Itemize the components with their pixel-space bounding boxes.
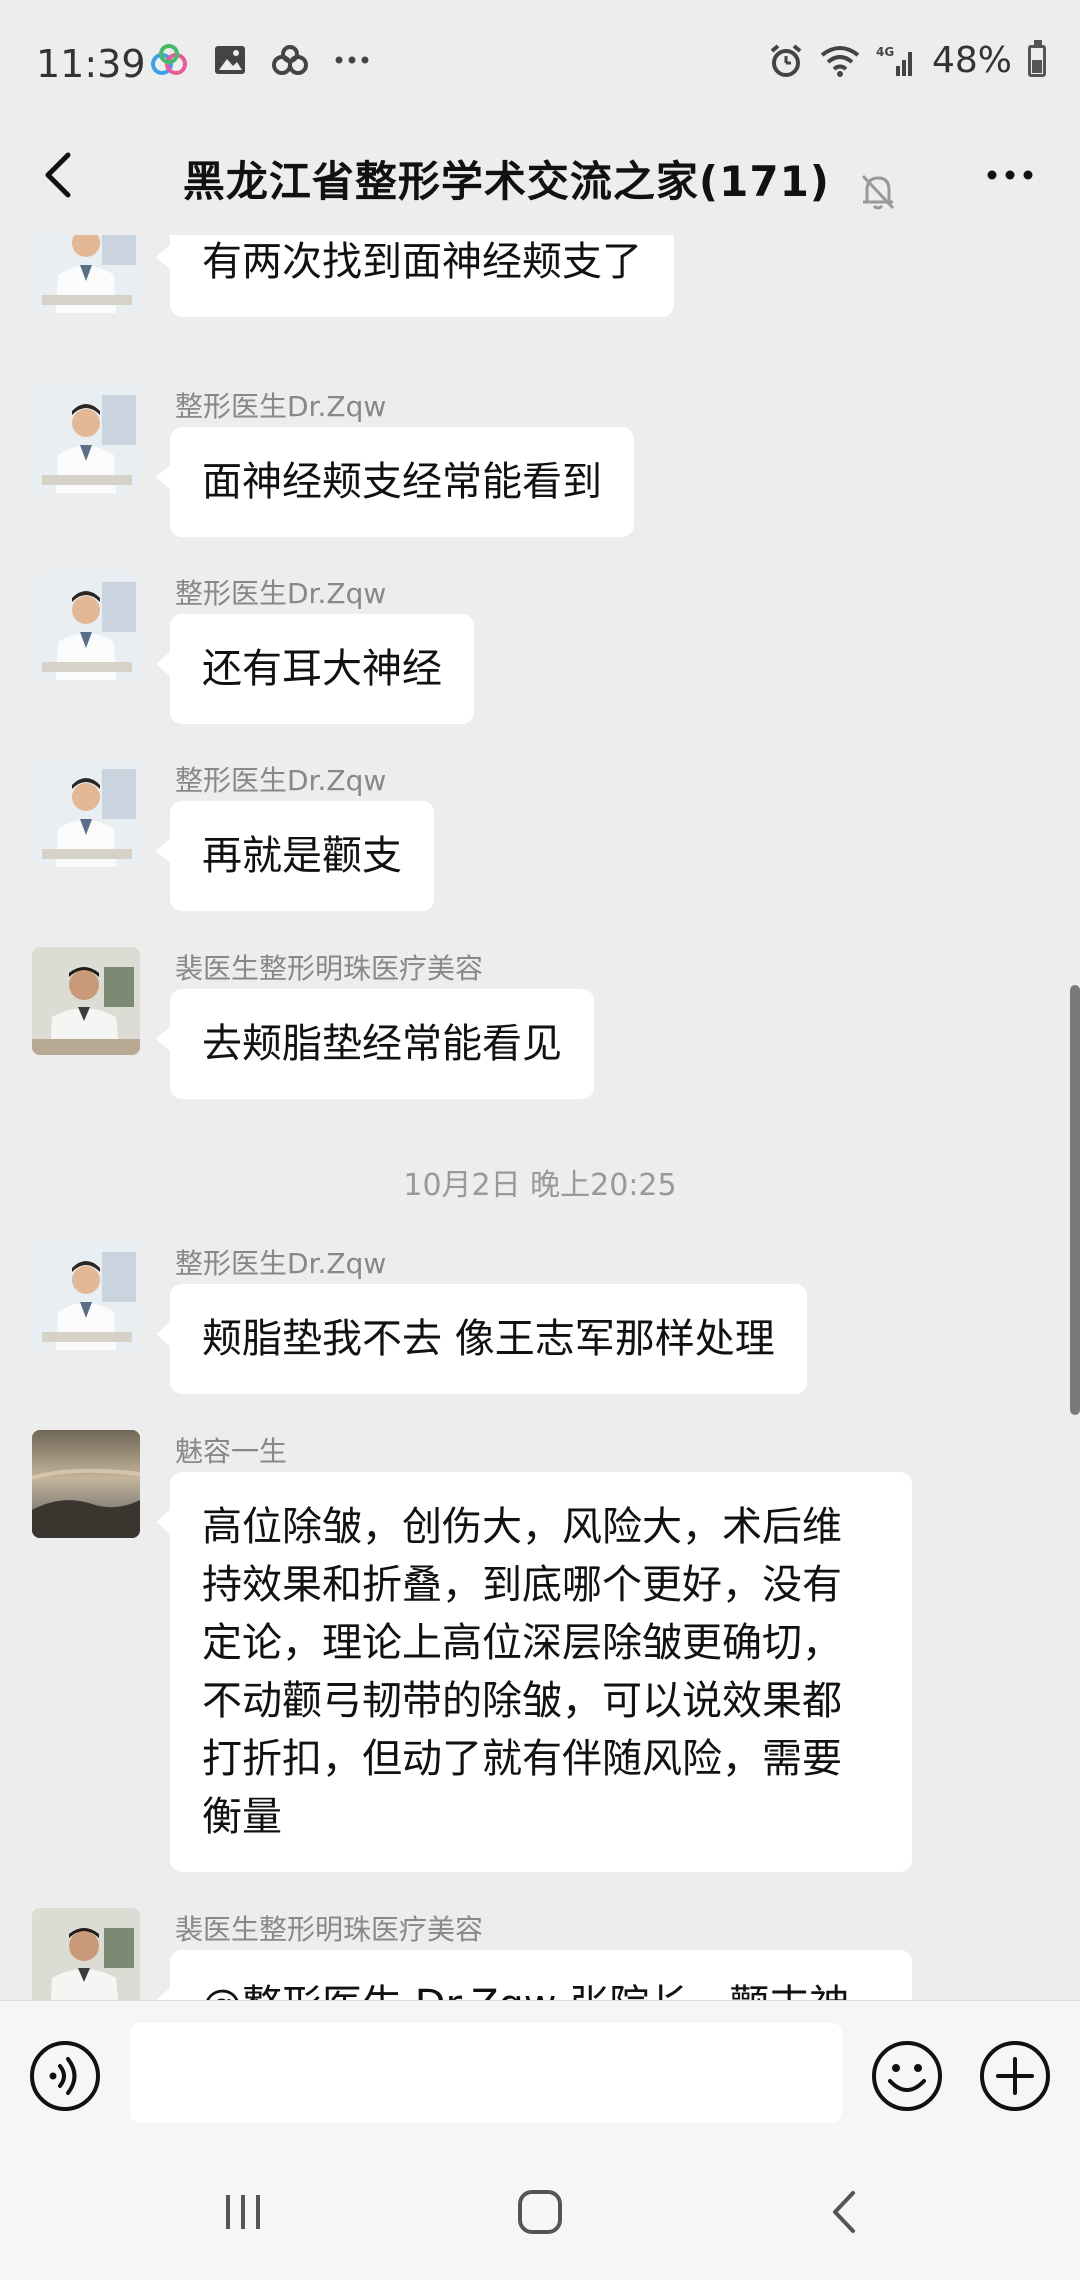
avatar[interactable] — [32, 1430, 140, 1538]
nav-back-icon[interactable] — [820, 2187, 870, 2237]
sender-name: 裴医生整形明珠医疗美容 — [175, 952, 484, 985]
system-nav-bar — [0, 2145, 1080, 2280]
system-indicators: 4G 48% — [768, 39, 1046, 81]
doctor-avatar-image — [32, 235, 140, 313]
avatar[interactable] — [32, 947, 140, 1055]
message-text: @整形医生 Dr.Zqw 张院长，颧支神 — [202, 1982, 849, 2000]
sender-name: 整形医生Dr.Zqw — [175, 390, 387, 423]
avatar[interactable] — [32, 572, 140, 680]
svg-text:4G: 4G — [876, 45, 894, 59]
pei-avatar-image — [32, 1908, 140, 2000]
app-cloud-icon — [151, 44, 187, 75]
avatar[interactable] — [32, 385, 140, 493]
message-text: 面神经颊支经常能看到 — [202, 459, 602, 505]
plus-icon[interactable] — [978, 2039, 1052, 2113]
message-bubble[interactable]: 有两次找到面神经颊支了 — [156, 235, 674, 317]
bell-off-icon — [861, 174, 895, 209]
message-bubble[interactable]: 面神经颊支经常能看到 — [156, 427, 634, 537]
avatar[interactable] — [32, 759, 140, 867]
emoji-icon[interactable] — [870, 2039, 944, 2113]
battery-fill — [1032, 60, 1042, 73]
message-bubble[interactable]: 去颊脂垫经常能看见 — [156, 989, 594, 1099]
chat-header: 黑龙江省整形学术交流之家(171) — [0, 120, 1080, 235]
sender-name: 整形医生Dr.Zqw — [175, 764, 387, 797]
recents-icon[interactable] — [218, 2187, 268, 2237]
sender-name: 整形医生Dr.Zqw — [175, 1247, 387, 1280]
input-bar — [0, 2000, 1080, 2146]
home-icon[interactable] — [515, 2187, 565, 2237]
notification-icons — [150, 44, 370, 76]
message-input[interactable] — [130, 2023, 842, 2123]
message-bubble[interactable]: 还有耳大神经 — [156, 614, 474, 724]
message-text: 去颊脂垫经常能看见 — [202, 1021, 562, 1067]
status-time: 11:39 — [36, 42, 146, 86]
scrollbar[interactable] — [1070, 985, 1080, 1415]
message-bubble[interactable]: @整形医生 Dr.Zqw 张院长，颧支神 — [156, 1950, 912, 2000]
avatar[interactable] — [32, 235, 140, 313]
sender-name: 魅容一生 — [175, 1435, 288, 1468]
message-bubble[interactable]: 颊脂垫我不去 像王志军那样处理 — [156, 1284, 807, 1394]
status-bar: 11:39 4G 48% — [0, 0, 1080, 120]
signal-4g-icon: 4G — [876, 45, 912, 76]
pei-avatar-image — [32, 947, 140, 1055]
timestamp: 10月2日 晚上20:25 — [403, 1168, 677, 1203]
voice-icon[interactable] — [28, 2039, 102, 2113]
message-bubble[interactable]: 再就是颧支 — [156, 801, 434, 911]
message-text: 颊脂垫我不去 像王志军那样处理 — [202, 1316, 775, 1362]
message-text: 再就是颧支 — [202, 833, 402, 879]
doctor-avatar-image — [32, 572, 140, 680]
avatar[interactable] — [32, 1908, 140, 2000]
title-wrap: 黑龙江省整形学术交流之家(171) — [0, 148, 1080, 212]
doctor-avatar-image — [32, 759, 140, 867]
gallery-icon — [215, 46, 245, 74]
doctor-avatar-image — [32, 1242, 140, 1350]
avatar[interactable] — [32, 1242, 140, 1350]
more-dots-icon[interactable] — [980, 150, 1040, 200]
doctor-avatar-image — [32, 385, 140, 493]
landscape-avatar-image — [32, 1430, 140, 1538]
app-link-icon — [272, 45, 308, 75]
chat-title[interactable]: 黑龙江省整形学术交流之家(171) — [183, 157, 830, 206]
sender-name: 整形医生Dr.Zqw — [175, 577, 387, 610]
wifi-icon — [820, 45, 860, 77]
battery-percent: 48% — [931, 40, 1012, 81]
message-bubble[interactable]: 高位除皱，创伤大，风险大，术后维持效果和折叠，到底哪个更好，没有定论，理论上高位… — [156, 1472, 912, 1872]
more-notifications-icon — [335, 56, 369, 64]
message-text: 高位除皱，创伤大，风险大，术后维持效果和折叠，到底哪个更好，没有定论，理论上高位… — [202, 1504, 842, 1840]
message-text: 有两次找到面神经颊支了 — [202, 239, 642, 285]
message-list[interactable]: 有两次找到面神经颊支了 整形医生Dr.Zqw 面神经颊支经常能看到 整形医生Dr… — [0, 235, 1080, 2000]
alarm-icon — [770, 43, 802, 77]
battery-icon — [1028, 39, 1046, 77]
message-text: 还有耳大神经 — [202, 646, 442, 692]
sender-name: 裴医生整形明珠医疗美容 — [175, 1913, 484, 1946]
